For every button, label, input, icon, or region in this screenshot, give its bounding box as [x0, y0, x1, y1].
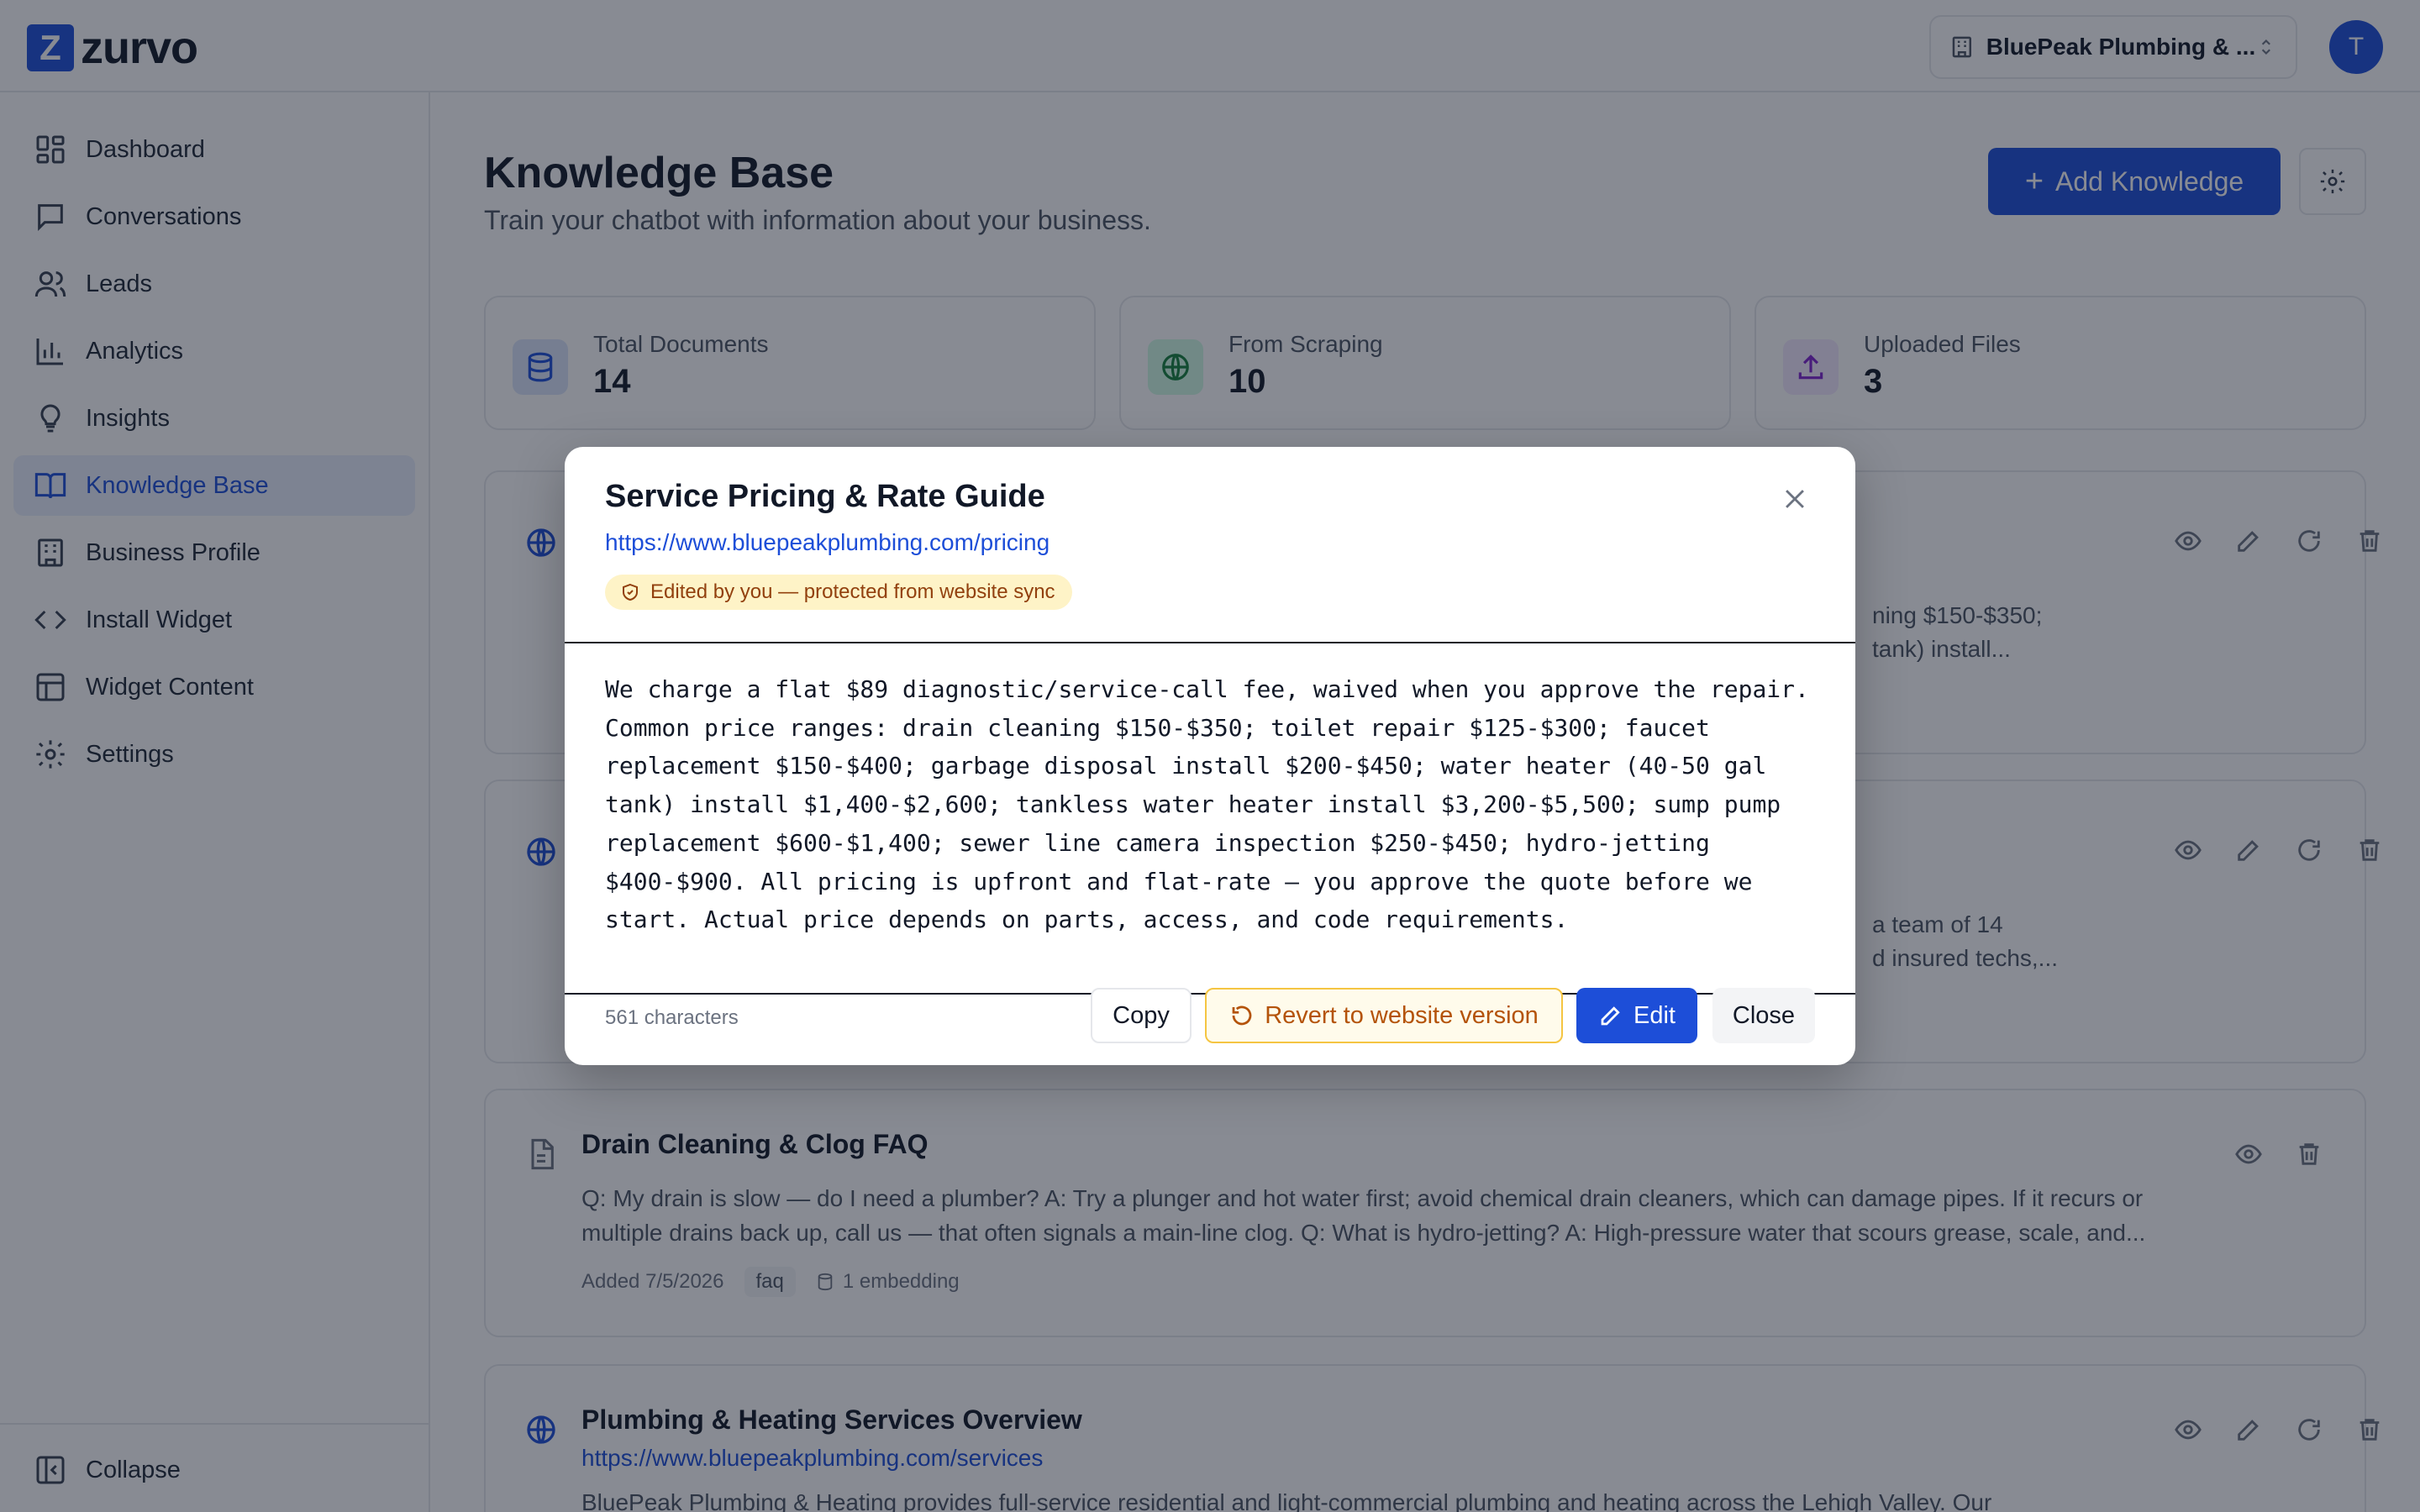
protected-badge: Edited by you — protected from website s… — [605, 575, 1072, 610]
revert-button-label: Revert to website version — [1265, 1001, 1539, 1029]
edit-button[interactable]: Edit — [1576, 988, 1697, 1043]
edit-button-label: Edit — [1634, 1001, 1676, 1029]
revert-button[interactable]: Revert to website version — [1205, 988, 1563, 1043]
pencil-icon — [1601, 1006, 1620, 1026]
undo-icon — [1232, 1005, 1252, 1026]
close-icon[interactable] — [1778, 482, 1812, 516]
protected-badge-label: Edited by you — protected from website s… — [650, 580, 1055, 603]
document-content: We charge a flat $89 diagnostic/service-… — [605, 675, 1809, 934]
copy-button[interactable]: Copy — [1091, 988, 1192, 1043]
dialog-content-area[interactable]: We charge a flat $89 diagnostic/service-… — [565, 642, 1855, 995]
close-button[interactable]: Close — [1712, 988, 1815, 1043]
document-preview-dialog: Service Pricing & Rate Guide https://www… — [565, 447, 1855, 1065]
character-count: 561 characters — [605, 1006, 739, 1029]
dialog-title: Service Pricing & Rate Guide — [605, 479, 1045, 514]
dialog-source-url[interactable]: https://www.bluepeakplumbing.com/pricing — [605, 529, 1050, 556]
shield-check-icon — [623, 583, 638, 601]
